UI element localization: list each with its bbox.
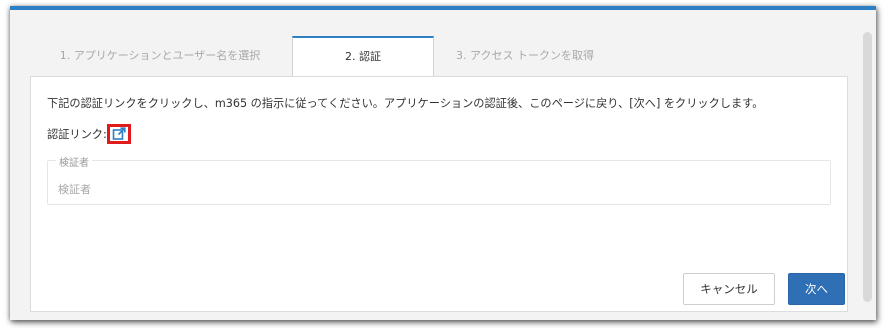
step-authenticate[interactable]: 2. 認証 <box>292 36 434 77</box>
wizard-steps: 1. アプリケーションとユーザー名を選択 2. 認証 3. アクセス トークンを… <box>30 36 846 77</box>
scrollbar[interactable] <box>863 32 872 302</box>
verifier-input[interactable] <box>58 183 818 196</box>
auth-panel: 下記の認証リンクをクリックし、m365 の指示に従ってください。アプリケーション… <box>30 76 848 312</box>
auth-link-button[interactable] <box>106 124 131 144</box>
auth-link-label: 認証リンク: <box>47 128 107 141</box>
instruction-text: 下記の認証リンクをクリックし、m365 の指示に従ってください。アプリケーション… <box>47 97 764 110</box>
verifier-field: 検証者 <box>47 154 831 205</box>
cancel-button[interactable]: キャンセル <box>683 273 775 305</box>
auth-dialog: 1. アプリケーションとユーザー名を選択 2. 認証 3. アクセス トークンを… <box>10 6 876 320</box>
step-get-token[interactable]: 3. アクセス トークンを取得 <box>444 36 656 76</box>
auth-link-row: 認証リンク: <box>47 124 131 144</box>
external-link-icon <box>112 127 126 140</box>
verifier-label: 検証者 <box>56 154 92 169</box>
step-select-app[interactable]: 1. アプリケーションとユーザー名を選択 <box>34 36 286 76</box>
next-button[interactable]: 次へ <box>788 273 845 305</box>
